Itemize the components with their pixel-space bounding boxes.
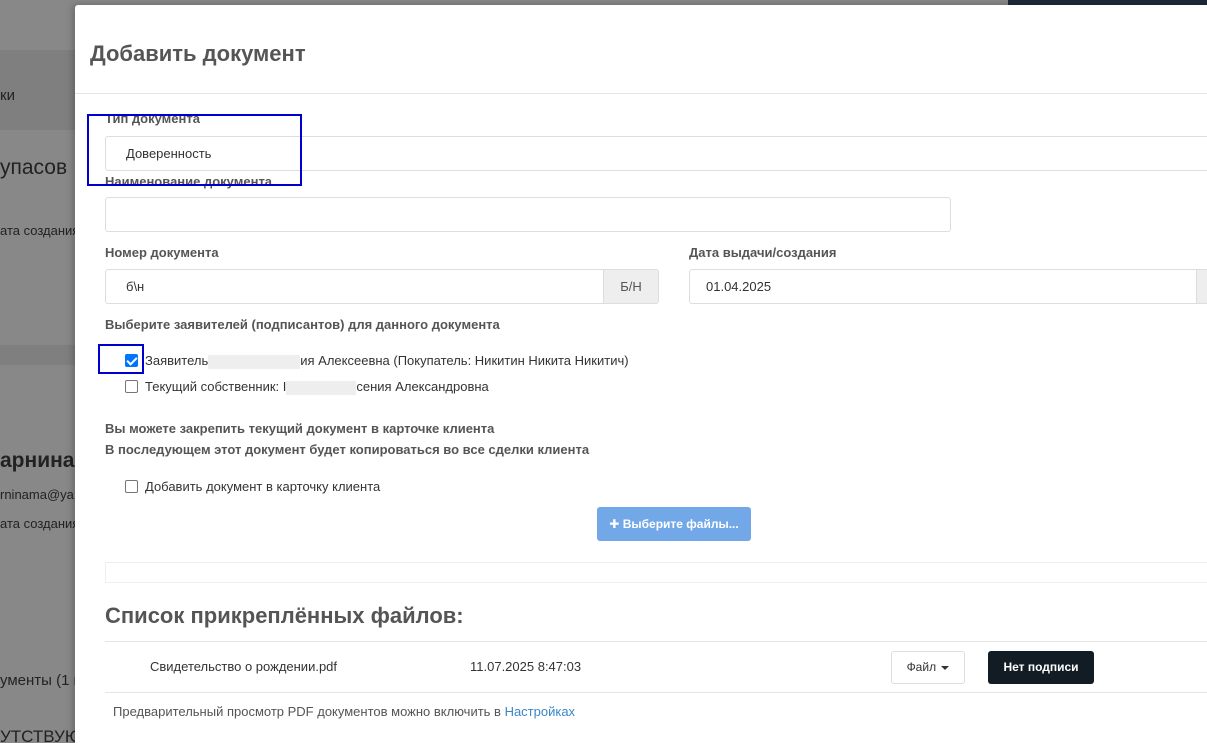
signer-name-prefix: Заявитель: [145, 353, 209, 368]
background-text: УТСТВУЮ: [0, 727, 76, 743]
modal-title: Добавить документ: [90, 41, 306, 66]
add-to-card-checkbox[interactable]: [125, 480, 138, 493]
highlight-box-doc-type: [87, 114, 302, 186]
background-text: ументы (1 ш: [0, 672, 76, 689]
pdf-preview-note: Предварительный просмотр PDF документов …: [113, 704, 575, 719]
background-text: упасов: [0, 156, 68, 179]
no-signature-button[interactable]: Нет подписи: [988, 651, 1094, 684]
signer-name-suffix: ия Алексеевна (Покупатель: Никитин Никит…: [300, 353, 629, 368]
file-drop-area[interactable]: [105, 562, 1207, 583]
background-text: ки: [0, 87, 15, 104]
highlight-box-checkbox: [98, 344, 144, 374]
background-text: ата создания: [0, 223, 76, 238]
file-menu-button[interactable]: Файл: [891, 651, 965, 684]
redacted-text: [208, 354, 301, 369]
file-menu-label: Файл: [906, 660, 937, 674]
add-to-card-label: Добавить документ в карточку клиента: [145, 479, 381, 494]
doc-name-input[interactable]: [105, 197, 951, 232]
plus-icon: ✚: [609, 517, 620, 531]
doc-date-label: Дата выдачи/создания: [689, 245, 837, 260]
select-files-label: Выберите файлы...: [622, 517, 739, 531]
background-text: арнина: [0, 449, 75, 472]
pin-info-line2: В последующем этот документ будет копиро…: [105, 442, 590, 457]
select-files-button[interactable]: ✚ Выберите файлы...: [597, 507, 751, 541]
signer-label-applicant: Заявитель ия Алексеевна (Покупатель: Ники…: [145, 353, 629, 369]
signer-name-prefix: Текущий собственник: I: [145, 379, 287, 394]
calendar-addon[interactable]: [1196, 269, 1207, 304]
settings-link[interactable]: Настройках: [505, 704, 576, 719]
background-text: rninama@ya: [0, 487, 74, 502]
caret-down-icon: [941, 665, 950, 670]
signer-label-owner: Текущий собственник: I сения Александровн…: [145, 379, 489, 395]
attached-files-title: Список прикреплённых файлов:: [105, 603, 464, 628]
doc-number-input[interactable]: б\н: [105, 269, 605, 304]
signer-checkbox-owner[interactable]: [125, 380, 138, 393]
file-name: Свидетельство о рождении.pdf: [150, 659, 338, 674]
doc-date-input[interactable]: 01.04.2025: [689, 269, 1199, 304]
modal-header: Добавить документ: [75, 5, 1207, 94]
pdf-preview-note-text: Предварительный просмотр PDF документов …: [113, 704, 505, 719]
table-row: Свидетельство о рождении.pdf 11.07.2025 …: [105, 641, 1207, 693]
no-number-addon-button[interactable]: Б/Н: [603, 269, 659, 304]
redacted-text: [286, 380, 357, 395]
background-band: [0, 345, 80, 365]
signers-label: Выберите заявителей (подписантов) для да…: [105, 317, 500, 332]
doc-number-label: Номер документа: [105, 245, 219, 260]
pin-info-line1: Вы можете закрепить текущий документ в к…: [105, 421, 495, 436]
file-date: 11.07.2025 8:47:03: [470, 659, 582, 674]
signer-name-suffix: сения Александровна: [356, 379, 489, 394]
background-text: ата создания: [0, 516, 76, 531]
